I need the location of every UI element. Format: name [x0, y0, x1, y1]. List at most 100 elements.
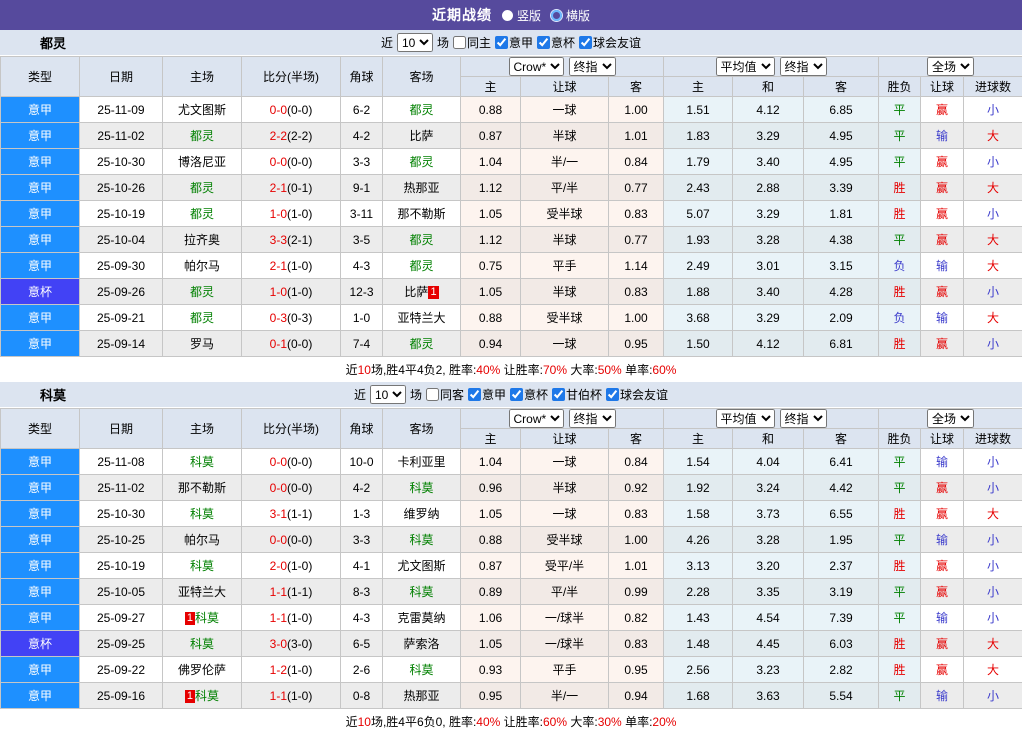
provider-final-select[interactable]: 终指: [569, 57, 616, 76]
league-input[interactable]: [552, 388, 565, 401]
league-checkbox-friendly[interactable]: 球会友谊: [606, 386, 668, 403]
result-cell: 平: [879, 579, 921, 605]
league-checkbox-coppa[interactable]: 意杯: [510, 386, 548, 403]
match-row: 意甲25-10-25帕尔马0-0(0-0)3-3科莫0.88受半球1.004.2…: [1, 527, 1022, 553]
match-row: 意甲25-09-161科莫1-1(1-0)0-8热那亚0.95半/一0.941.…: [1, 683, 1022, 709]
league-checkbox-coppa[interactable]: 意杯: [537, 34, 575, 51]
average-select[interactable]: 平均值: [716, 409, 775, 428]
avg-home-odds: 2.49: [664, 253, 733, 279]
home-team-cell: 佛罗伦萨: [163, 657, 242, 683]
same-away-checkbox[interactable]: 同客: [426, 386, 464, 403]
away-team-cell: 都灵: [383, 149, 461, 175]
handicap-home-odds: 0.94: [461, 331, 521, 357]
sub-avg-draw: 和: [733, 77, 804, 97]
fulltime-score: 1-0: [270, 285, 287, 299]
handicap-away-odds: 0.83: [609, 501, 664, 527]
team-label: 科莫: [195, 611, 219, 625]
provider-select[interactable]: Crow*: [509, 57, 564, 76]
league-input[interactable]: [579, 36, 592, 49]
team-label: 都灵: [409, 259, 433, 273]
average-odds-header: 平均值 终指: [664, 409, 879, 429]
rounds-select[interactable]: 10: [397, 33, 433, 52]
avg-away-odds: 4.28: [804, 279, 879, 305]
same-home-checkbox[interactable]: 同主: [453, 34, 491, 51]
handicap-result-cell: 赢: [921, 631, 964, 657]
league-checkbox-serie-a[interactable]: 意甲: [468, 386, 506, 403]
away-team-cell: 都灵: [383, 227, 461, 253]
goals-result-cell: 大: [964, 123, 1022, 149]
match-row: 意甲25-10-26都灵2-1(0-1)9-1热那亚1.12平/半0.772.4…: [1, 175, 1022, 201]
summary-segment: 大率:: [567, 713, 598, 730]
team-label: 都灵: [409, 103, 433, 117]
team-label: 科莫: [195, 689, 219, 703]
avg-draw-odds: 3.40: [733, 149, 804, 175]
red-card-badge: 1: [428, 286, 438, 299]
score-cell: 3-1(1-1): [242, 501, 341, 527]
result-cell: 负: [879, 253, 921, 279]
team-label: 尤文图斯: [397, 559, 445, 573]
score-cell: 1-0(1-0): [242, 201, 341, 227]
league-input[interactable]: [606, 388, 619, 401]
league-input[interactable]: [468, 388, 481, 401]
match-row: 意甲25-10-04拉齐奥3-3(2-1)3-5都灵1.12半球0.771.93…: [1, 227, 1022, 253]
handicap-home-odds: 0.93: [461, 657, 521, 683]
home-team-cell: 都灵: [163, 201, 242, 227]
average-final-select[interactable]: 终指: [780, 409, 827, 428]
match-row: 意甲25-11-08科莫0-0(0-0)10-0卡利亚里1.04一球0.841.…: [1, 449, 1022, 475]
match-row: 意甲25-11-02那不勒斯0-0(0-0)4-2科莫0.96半球0.921.9…: [1, 475, 1022, 501]
corner-cell: 4-3: [341, 253, 383, 279]
title-bar: 近期战绩 竖版 横版: [0, 0, 1022, 30]
average-select[interactable]: 平均值: [716, 57, 775, 76]
league-input[interactable]: [495, 36, 508, 49]
sub-goals: 进球数: [964, 77, 1022, 97]
provider-final-select[interactable]: 终指: [569, 409, 616, 428]
avg-away-odds: 4.42: [804, 475, 879, 501]
handicap-home-odds: 0.88: [461, 97, 521, 123]
type-cell: 意甲: [1, 475, 80, 501]
scope-select[interactable]: 全场: [927, 57, 974, 76]
avg-home-odds: 1.51: [664, 97, 733, 123]
score-cell: 1-2(1-0): [242, 657, 341, 683]
league-checkbox-friendly[interactable]: 球会友谊: [579, 34, 641, 51]
fulltime-score: 2-1: [270, 181, 287, 195]
date-cell: 25-10-05: [80, 579, 163, 605]
handicap-away-odds: 1.00: [609, 305, 664, 331]
handicap-line: 受平/半: [521, 553, 609, 579]
match-row: 意甲25-09-30帕尔马2-1(1-0)4-3都灵0.75平手1.142.49…: [1, 253, 1022, 279]
scope-select[interactable]: 全场: [927, 409, 974, 428]
average-final-select[interactable]: 终指: [780, 57, 827, 76]
horizontal-radio-label: 横版: [566, 7, 590, 24]
goals-result-cell: 小: [964, 553, 1022, 579]
vertical-layout-radio[interactable]: 竖版: [502, 7, 541, 24]
avg-home-odds: 5.07: [664, 201, 733, 227]
avg-away-odds: 3.39: [804, 175, 879, 201]
league-input[interactable]: [537, 36, 550, 49]
score-cell: 3-0(3-0): [242, 631, 341, 657]
away-team-cell: 科莫: [383, 657, 461, 683]
avg-draw-odds: 3.35: [733, 579, 804, 605]
near-label: 近: [381, 34, 393, 51]
same-away-input[interactable]: [426, 388, 439, 401]
handicap-result-cell: 赢: [921, 149, 964, 175]
league-checkbox-gamper[interactable]: 甘伯杯: [552, 386, 602, 403]
home-team-cell: 亚特兰大: [163, 579, 242, 605]
team-label: 亚特兰大: [178, 585, 226, 599]
table-header-group-row: 类型 日期 主场 比分(半场) 角球 客场 Crow* 终指 平均值 终指 全场: [1, 409, 1022, 429]
col-away: 客场: [383, 409, 461, 449]
horizontal-layout-radio[interactable]: 横版: [551, 7, 590, 24]
result-cell: 胜: [879, 501, 921, 527]
team-label: 尤文图斯: [178, 103, 226, 117]
avg-home-odds: 4.26: [664, 527, 733, 553]
rounds-select[interactable]: 10: [370, 385, 406, 404]
away-team-cell: 科莫: [383, 527, 461, 553]
date-cell: 25-09-27: [80, 605, 163, 631]
matches-table: 类型 日期 主场 比分(半场) 角球 客场 Crow* 终指 平均值 终指 全场…: [0, 408, 1022, 709]
league-input[interactable]: [510, 388, 523, 401]
date-cell: 25-09-22: [80, 657, 163, 683]
same-home-input[interactable]: [453, 36, 466, 49]
provider-select[interactable]: Crow*: [509, 409, 564, 428]
league-checkbox-serie-a[interactable]: 意甲: [495, 34, 533, 51]
sub-avg-home: 主: [664, 429, 733, 449]
team-label: 都灵: [409, 233, 433, 247]
handicap-result-cell: 赢: [921, 579, 964, 605]
